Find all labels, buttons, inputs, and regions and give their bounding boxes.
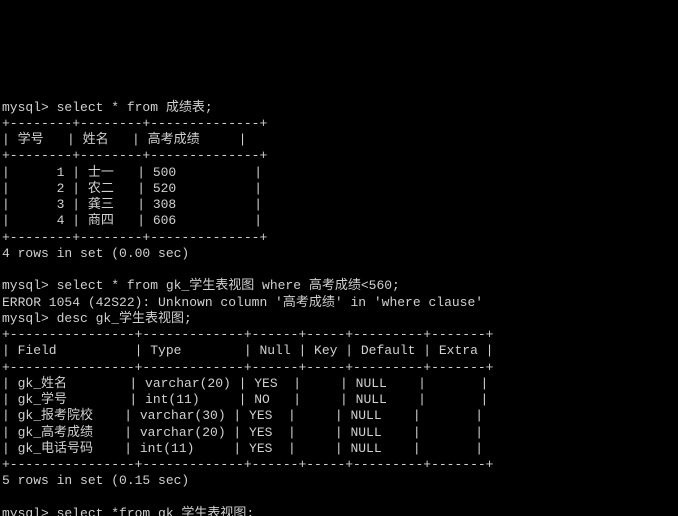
t2-border-bot: +----------------+-------------+------+-…	[2, 457, 493, 472]
query-2: select * from gk_学生表视图 where 高考成绩<560;	[57, 278, 400, 293]
prompt-line: mysql> select *from gk_学生表视图;	[2, 506, 254, 516]
mysql-prompt: mysql>	[2, 506, 57, 516]
t1-row: | 3 | 龚三 | 308 |	[2, 197, 262, 212]
terminal-output[interactable]: mysql> select * from 成绩表; +--------+----…	[0, 81, 678, 516]
t2-header: | Field | Type | Null | Key | Default | …	[2, 343, 493, 358]
query-1: select * from 成绩表;	[57, 100, 213, 115]
t1-summary: 4 rows in set (0.00 sec)	[2, 246, 189, 261]
t1-header: | 学号 | 姓名 | 高考成绩 |	[2, 132, 246, 147]
mysql-prompt: mysql>	[2, 311, 57, 326]
t2-row: | gk_电话号码 | int(11) | YES | | NULL | |	[2, 441, 483, 456]
prompt-line: mysql> select * from 成绩表;	[2, 100, 213, 115]
error-line: ERROR 1054 (42S22): Unknown column '高考成绩…	[2, 295, 483, 310]
t2-summary: 5 rows in set (0.15 sec)	[2, 473, 189, 488]
t2-row: | gk_高考成绩 | varchar(20) | YES | | NULL |…	[2, 425, 483, 440]
prompt-line: mysql> select * from gk_学生表视图 where 高考成绩…	[2, 278, 400, 293]
t1-border-mid: +--------+--------+--------------+	[2, 148, 267, 163]
mysql-prompt: mysql>	[2, 100, 57, 115]
mysql-prompt: mysql>	[2, 278, 57, 293]
t2-border-mid: +----------------+-------------+------+-…	[2, 360, 493, 375]
t2-row: | gk_报考院校 | varchar(30) | YES | | NULL |…	[2, 408, 483, 423]
t1-border-bot: +--------+--------+--------------+	[2, 230, 267, 245]
t2-row: | gk_学号 | int(11) | NO | | NULL | |	[2, 392, 488, 407]
t1-row: | 4 | 商四 | 606 |	[2, 213, 262, 228]
prompt-line: mysql> desc gk_学生表视图;	[2, 311, 192, 326]
query-3: desc gk_学生表视图;	[57, 311, 192, 326]
t1-row: | 1 | 士一 | 500 |	[2, 165, 262, 180]
t1-row: | 2 | 农二 | 520 |	[2, 181, 262, 196]
t2-border-top: +----------------+-------------+------+-…	[2, 327, 493, 342]
query-4: select *from gk_学生表视图;	[57, 506, 255, 516]
t1-border-top: +--------+--------+--------------+	[2, 116, 267, 131]
t2-row: | gk_姓名 | varchar(20) | YES | | NULL | |	[2, 376, 488, 391]
